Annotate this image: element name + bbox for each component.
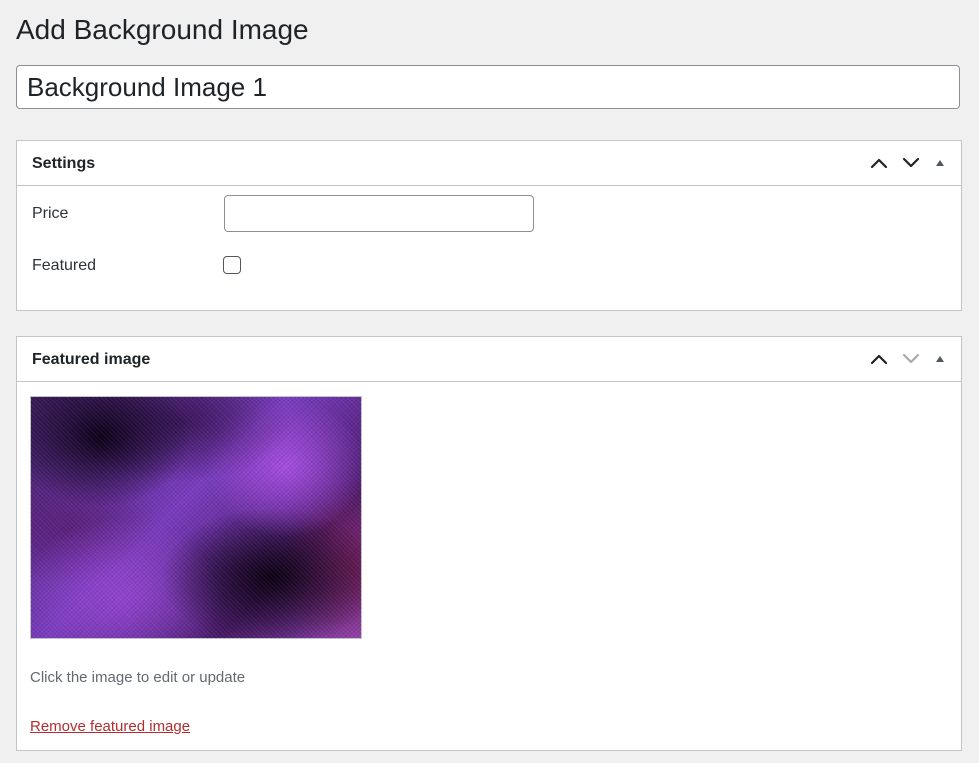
chevron-up-icon	[870, 354, 888, 365]
featured-image-thumbnail[interactable]	[30, 396, 362, 639]
featured-image-handle-actions	[863, 347, 953, 371]
settings-metabox-title: Settings	[32, 155, 96, 172]
price-label: Price	[32, 205, 69, 222]
settings-metabox: Settings Price Featured	[16, 140, 962, 311]
featured-checkbox[interactable]	[223, 256, 241, 274]
page-title: Add Background Image	[16, 14, 309, 45]
settings-metabox-header: Settings	[17, 141, 961, 186]
featured-label: Featured	[32, 257, 97, 274]
remove-featured-image-link[interactable]: Remove featured image	[30, 718, 190, 735]
featured-image-toggle-panel-button[interactable]	[927, 347, 953, 371]
chevron-down-icon	[902, 157, 920, 168]
price-input[interactable]	[224, 195, 534, 232]
featured-image-metabox-title: Featured image	[32, 351, 151, 368]
settings-handle-actions	[863, 151, 953, 175]
featured-image-move-down-button[interactable]	[895, 347, 927, 371]
chevron-down-icon	[902, 353, 920, 364]
settings-move-up-button[interactable]	[863, 151, 895, 175]
settings-move-down-button[interactable]	[895, 151, 927, 175]
post-title-input[interactable]	[16, 65, 960, 109]
chevron-up-icon	[870, 158, 888, 169]
triangle-up-icon	[936, 356, 944, 362]
settings-toggle-panel-button[interactable]	[927, 151, 953, 175]
featured-image-metabox: Featured image Click the image to edit o…	[16, 336, 962, 751]
triangle-up-icon	[936, 160, 944, 166]
featured-image-help-text: Click the image to edit or update	[30, 669, 246, 686]
featured-image-metabox-header: Featured image	[17, 337, 961, 382]
featured-image-move-up-button[interactable]	[863, 347, 895, 371]
